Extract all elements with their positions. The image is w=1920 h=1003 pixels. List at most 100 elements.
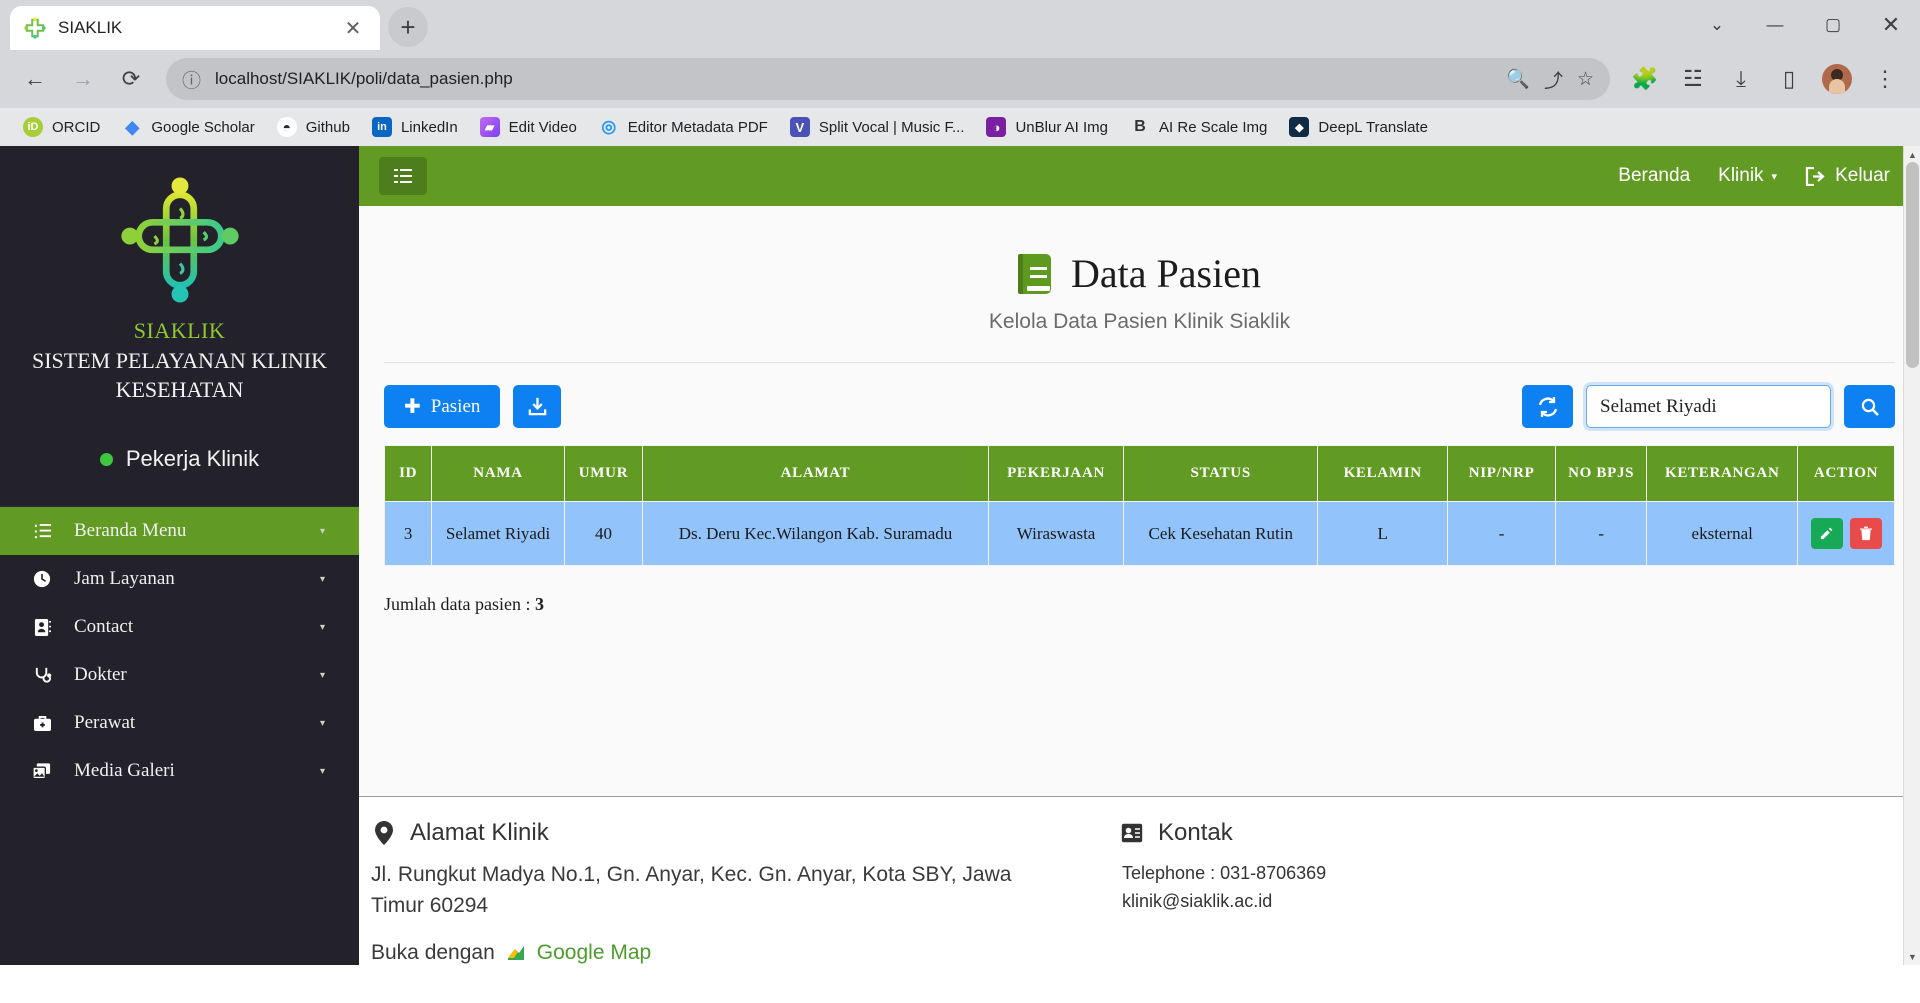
col-no-bpjs[interactable]: NO BPJS: [1554, 445, 1648, 502]
download-button[interactable]: [513, 385, 562, 428]
bookmark-item[interactable]: ◆ DeepL Translate: [1280, 113, 1437, 141]
vertical-scrollbar[interactable]: ▲ ▼: [1903, 146, 1920, 965]
browser-menu-icon[interactable]: ⋮: [1864, 58, 1906, 100]
close-window-button[interactable]: ✕: [1862, 0, 1920, 50]
zoom-icon[interactable]: 🔍: [1506, 67, 1530, 91]
address-book-icon: [30, 618, 54, 637]
search-button[interactable]: [1844, 385, 1895, 428]
sidebar-item-perawat[interactable]: Perawat ▾: [0, 699, 359, 747]
chevron-down-icon[interactable]: ▾: [320, 526, 325, 537]
chevron-down-icon[interactable]: ▾: [320, 622, 325, 633]
col-umur[interactable]: UMUR: [563, 445, 644, 502]
bookmark-item[interactable]: ◑ UnBlur AI Img: [977, 113, 1117, 141]
col-id[interactable]: ID: [383, 445, 433, 502]
col-action[interactable]: ACTION: [1797, 445, 1895, 502]
table-toolbar: ✚ Pasien: [384, 363, 1895, 436]
col-nama[interactable]: NAMA: [431, 445, 565, 502]
brand-block: SIAKLIK SISTEM PELAYANAN KLINIK KESEHATA…: [0, 312, 359, 404]
share-icon[interactable]: ⤴: [1544, 66, 1563, 93]
close-tab-icon[interactable]: ✕: [340, 15, 366, 41]
sidebar-item-beranda-menu[interactable]: Beranda Menu ▾: [0, 507, 359, 556]
sidebar-item-label: Contact: [74, 616, 134, 638]
bookmark-item[interactable]: iD ORCID: [14, 113, 109, 141]
edit-row-button[interactable]: [1810, 518, 1843, 549]
delete-row-button[interactable]: [1849, 518, 1882, 549]
id-card-icon: [1119, 823, 1145, 843]
footer-email: klinik@siaklik.ac.id: [1122, 891, 1273, 912]
col-kelamin[interactable]: KELAMIN: [1317, 445, 1449, 502]
browser-toolbar: ← → ⟳ ⓘ localhost/SIAKLIK/poli/data_pasi…: [0, 50, 1920, 108]
sidebar-item-contact[interactable]: Contact ▾: [0, 603, 359, 651]
browser-tab[interactable]: SIAKLIK ✕: [10, 6, 380, 50]
forward-button[interactable]: →: [62, 58, 104, 100]
minimize-button[interactable]: —: [1746, 0, 1804, 50]
bookmark-item[interactable]: B AI Re Scale Img: [1121, 113, 1276, 141]
refresh-button[interactable]: [1522, 385, 1573, 428]
bookmark-item[interactable]: ◆ Google Scholar: [113, 113, 263, 141]
nav-link-keluar[interactable]: Keluar: [1805, 165, 1890, 187]
page-content: Data Pasien Kelola Data Pasien Klinik Si…: [359, 206, 1920, 797]
footer-address-heading: Alamat Klinik: [410, 819, 549, 847]
scrollbar-thumb[interactable]: [1906, 162, 1919, 368]
add-pasien-button[interactable]: ✚ Pasien: [384, 385, 501, 428]
maximize-button[interactable]: ▢: [1804, 0, 1862, 50]
scroll-up-arrow[interactable]: ▲: [1904, 146, 1920, 163]
browser-chrome: SIAKLIK ✕ + ⌄ — ▢ ✕ ← → ⟳ ⓘ localhost/SI…: [0, 0, 1920, 146]
chevron-down-icon[interactable]: ▾: [320, 670, 325, 681]
google-maps-icon: [505, 942, 527, 964]
medkit-icon: [30, 715, 54, 732]
address-bar[interactable]: ⓘ localhost/SIAKLIK/poli/data_pasien.php…: [166, 58, 1610, 100]
status-dot: [99, 452, 113, 466]
bookmark-label: AI Re Scale Img: [1159, 118, 1268, 136]
col-pekerjaan[interactable]: PEKERJAAN: [987, 445, 1125, 502]
search-input[interactable]: [1586, 385, 1831, 428]
chevron-down-icon[interactable]: ▾: [320, 718, 325, 729]
plus-icon: ✚: [404, 396, 421, 418]
cell-action: [1797, 501, 1895, 566]
bookmark-item[interactable]: ◎ Editor Metadata PDF: [590, 113, 777, 141]
bookmark-star-icon[interactable]: ☆: [1577, 68, 1594, 91]
sidebar-menu: Beranda Menu ▾ Jam Layanan ▾ Contact ▾ D…: [0, 506, 359, 795]
split-vocal-icon: V: [789, 117, 810, 137]
sidebar-item-dokter[interactable]: Dokter ▾: [0, 651, 359, 699]
back-button[interactable]: ←: [14, 58, 56, 100]
search-icon: [1861, 398, 1879, 416]
bookmark-item[interactable]: in LinkedIn: [363, 113, 467, 141]
download-icon: [528, 397, 547, 416]
reading-list-icon[interactable]: ☳: [1672, 58, 1714, 100]
chevron-down-icon[interactable]: ▾: [320, 766, 325, 777]
page-footer: Alamat Klinik Jl. Rungkut Madya No.1, Gn…: [359, 796, 1920, 965]
col-nip-nrp[interactable]: NIP/NRP: [1447, 445, 1556, 502]
google-map-link[interactable]: Google Map: [537, 941, 651, 965]
hamburger-icon[interactable]: [379, 157, 427, 195]
cell-umur: 40: [563, 501, 644, 566]
extensions-icon[interactable]: 🧩: [1624, 58, 1666, 100]
cell-pekerjaan: Wiraswasta: [987, 501, 1125, 566]
bookmark-label: Google Scholar: [151, 118, 255, 136]
col-keterangan[interactable]: KETERANGAN: [1646, 445, 1799, 502]
profile-avatar[interactable]: [1816, 58, 1858, 100]
bookmarks-bar: iD ORCID ◆ Google Scholar ◓ Github in Linked…: [0, 108, 1920, 146]
nav-link-beranda[interactable]: Beranda: [1618, 165, 1690, 187]
bookmark-item[interactable]: ◓ Github: [268, 113, 359, 141]
reload-button[interactable]: ⟳: [110, 58, 152, 100]
sidebar-item-label: Media Galeri: [74, 760, 175, 782]
chevron-down-icon[interactable]: ▾: [320, 574, 325, 585]
refresh-icon: [1538, 396, 1557, 417]
scroll-down-arrow[interactable]: ▼: [1904, 948, 1920, 965]
site-info-icon[interactable]: ⓘ: [182, 66, 201, 93]
images-icon: [30, 762, 54, 780]
nav-link-klinik[interactable]: Klinik ▾: [1718, 165, 1777, 187]
sidebar-item-media-galeri[interactable]: Media Galeri ▾: [0, 747, 359, 795]
bookmark-item[interactable]: ▰ Edit Video: [471, 113, 586, 141]
col-alamat[interactable]: ALAMAT: [642, 445, 989, 502]
main-column: Beranda Klinik ▾ Keluar Data Pasien Kelo…: [359, 146, 1920, 965]
cell-status: Cek Kesehatan Rutin: [1123, 501, 1319, 566]
col-status[interactable]: STATUS: [1123, 445, 1319, 502]
side-panel-icon[interactable]: ▯: [1768, 58, 1810, 100]
sidebar-item-jam-layanan[interactable]: Jam Layanan ▾: [0, 555, 359, 603]
chevron-down-icon[interactable]: ⌄: [1688, 0, 1746, 50]
downloads-icon[interactable]: ⤓: [1720, 58, 1762, 100]
bookmark-item[interactable]: V Split Vocal | Music F...: [781, 113, 974, 141]
new-tab-button[interactable]: +: [388, 7, 428, 47]
